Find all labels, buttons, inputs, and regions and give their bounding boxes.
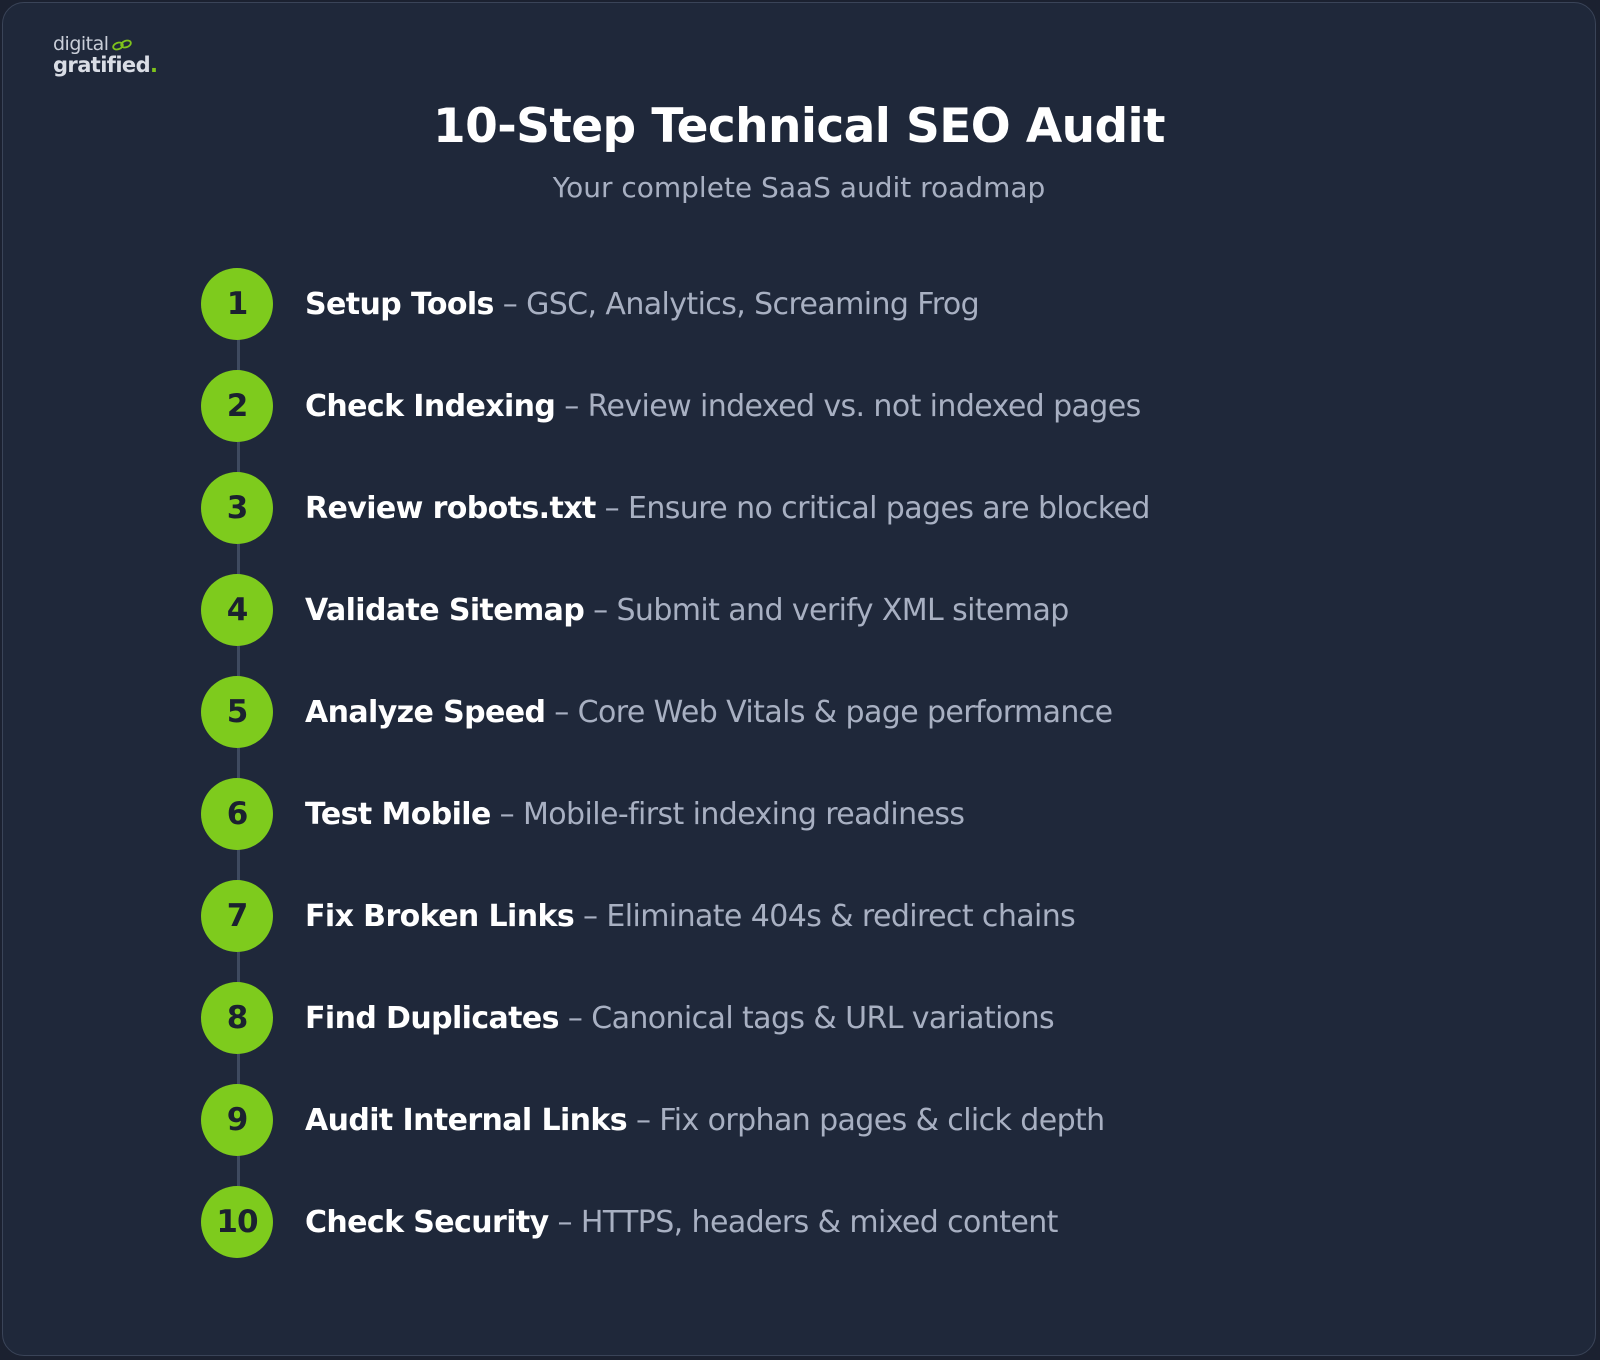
step-description: Core Web Vitals & page performance [577, 694, 1113, 730]
step-item: 5 Analyze Speed – Core Web Vitals & page… [201, 676, 1113, 748]
step-label: Validate Sitemap [305, 592, 585, 628]
step-number-badge: 5 [201, 676, 273, 748]
step-item: 9 Audit Internal Links – Fix orphan page… [201, 1084, 1105, 1156]
step-separator: – [555, 388, 588, 424]
step-description: Review indexed vs. not indexed pages [587, 388, 1142, 424]
step-label: Find Duplicates [305, 1000, 560, 1036]
link-icon [111, 39, 132, 50]
step-separator: – [574, 898, 607, 934]
step-number-badge: 4 [201, 574, 273, 646]
step-number-badge: 9 [201, 1084, 273, 1156]
step-description: Submit and verify XML sitemap [616, 592, 1069, 628]
step-description: Eliminate 404s & redirect chains [606, 898, 1076, 934]
logo-word-digital: digital [53, 33, 109, 55]
step-separator: – [490, 796, 524, 832]
step-number-badge: 8 [201, 982, 273, 1054]
step-label: Test Mobile [305, 796, 491, 832]
infographic-card: digital gratified. 10-Step Technical SEO… [2, 2, 1596, 1356]
step-separator: – [493, 286, 527, 322]
step-item: 3 Review robots.txt – Ensure no critical… [201, 472, 1150, 544]
step-number-badge: 7 [201, 880, 273, 952]
step-label: Check Security [305, 1204, 549, 1240]
page-title: 10-Step Technical SEO Audit [433, 99, 1165, 154]
step-label: Fix Broken Links [305, 898, 575, 934]
step-description: Canonical tags & URL variations [591, 1000, 1055, 1036]
step-number-badge: 1 [201, 268, 273, 340]
step-separator: – [548, 1204, 581, 1240]
step-description: Mobile-first indexing readiness [523, 796, 965, 832]
step-item: 7 Fix Broken Links – Eliminate 404s & re… [201, 880, 1076, 952]
step-number-badge: 10 [201, 1186, 273, 1258]
step-label: Audit Internal Links [305, 1102, 628, 1138]
step-item: 2 Check Indexing – Review indexed vs. no… [201, 370, 1141, 442]
step-description: GSC, Analytics, Screaming Frog [526, 286, 980, 322]
step-label: Analyze Speed [305, 694, 546, 730]
page-subtitle: Your complete SaaS audit roadmap [552, 171, 1046, 204]
step-separator: – [584, 592, 617, 628]
step-item: 8 Find Duplicates – Canonical tags & URL… [201, 982, 1055, 1054]
step-number-badge: 3 [201, 472, 273, 544]
step-description: HTTPS, headers & mixed content [580, 1204, 1059, 1240]
step-description: Fix orphan pages & click depth [659, 1102, 1105, 1138]
logo-word-gratified: gratified [53, 53, 151, 77]
step-number-badge: 6 [201, 778, 273, 850]
step-item: 10 Check Security – HTTPS, headers & mix… [201, 1186, 1058, 1258]
step-label: Check Indexing [305, 388, 556, 424]
step-separator: – [595, 490, 628, 526]
brand-logo: digital gratified. [53, 33, 158, 77]
step-item: 6 Test Mobile – Mobile-first indexing re… [201, 778, 965, 850]
step-label: Setup Tools [305, 286, 494, 322]
step-label: Review robots.txt [305, 490, 596, 526]
step-separator: – [558, 1000, 592, 1036]
step-separator: – [627, 1102, 660, 1138]
step-item: 1 Setup Tools – GSC, Analytics, Screamin… [201, 268, 980, 340]
step-description: Ensure no critical pages are blocked [628, 490, 1150, 526]
step-item: 4 Validate Sitemap – Submit and verify X… [201, 574, 1069, 646]
step-number-badge: 2 [201, 370, 273, 442]
logo-dot: . [150, 53, 158, 77]
step-separator: – [545, 694, 578, 730]
